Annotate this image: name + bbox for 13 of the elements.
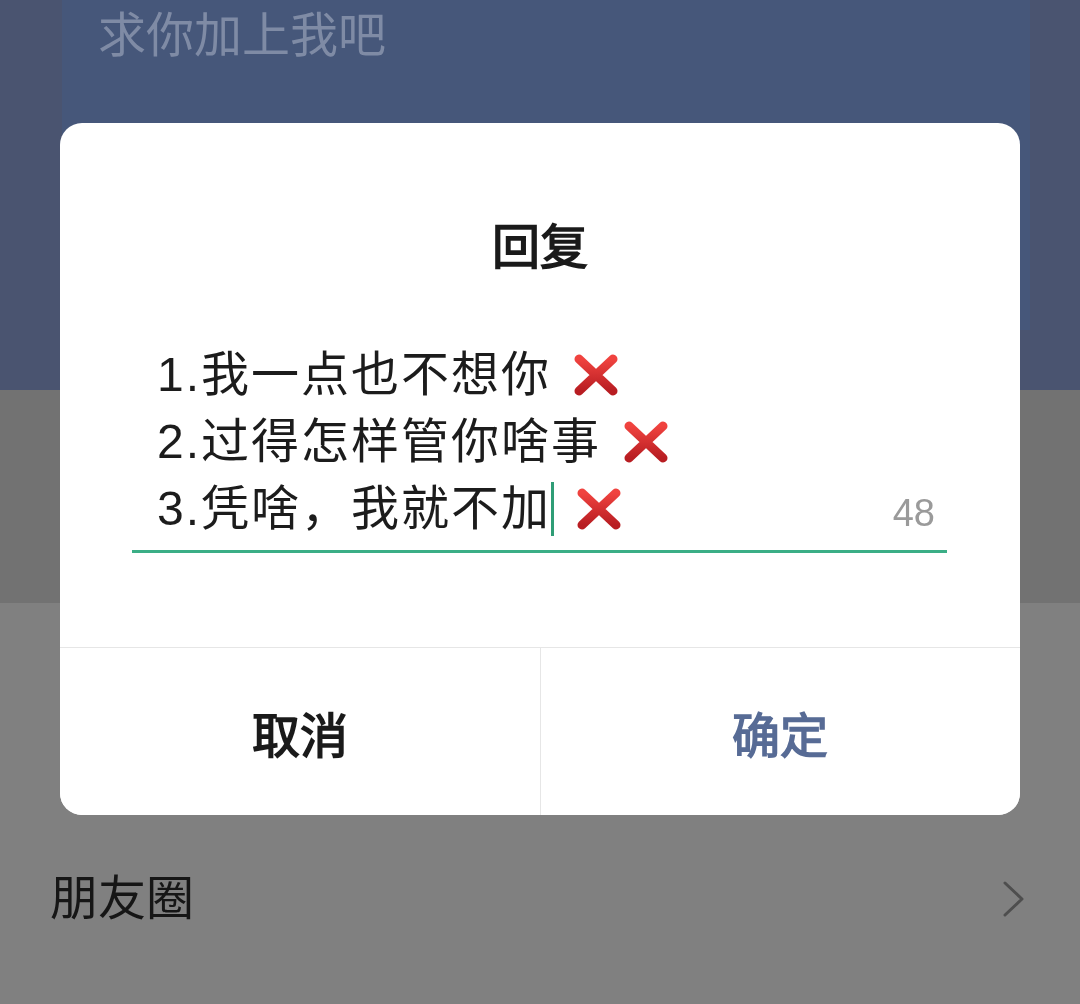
dialog-button[interactable]: 确定 bbox=[539, 648, 1020, 815]
cross-mark-icon bbox=[576, 487, 623, 530]
dialog-title: 回复 bbox=[492, 220, 588, 276]
cross-mark-icon bbox=[573, 353, 620, 396]
cross-mark-icon bbox=[623, 420, 670, 463]
reply-input-field[interactable]: 1.我一点也不想你 2.过得怎样管你啥事 3.凭啥，我就不加 48 bbox=[132, 341, 947, 553]
message-text: 求你加上我吧 bbox=[98, 9, 386, 62]
character-counter: 48 bbox=[892, 491, 935, 536]
chevron-right-icon bbox=[1003, 881, 1025, 917]
input-text: 1.我一点也不想你 bbox=[157, 346, 552, 403]
list-item[interactable]: 朋友圈 bbox=[0, 839, 1080, 959]
input-text: 2.过得怎样管你啥事 bbox=[157, 413, 602, 470]
input-text: 3.凭啥，我就不加 bbox=[157, 480, 552, 537]
